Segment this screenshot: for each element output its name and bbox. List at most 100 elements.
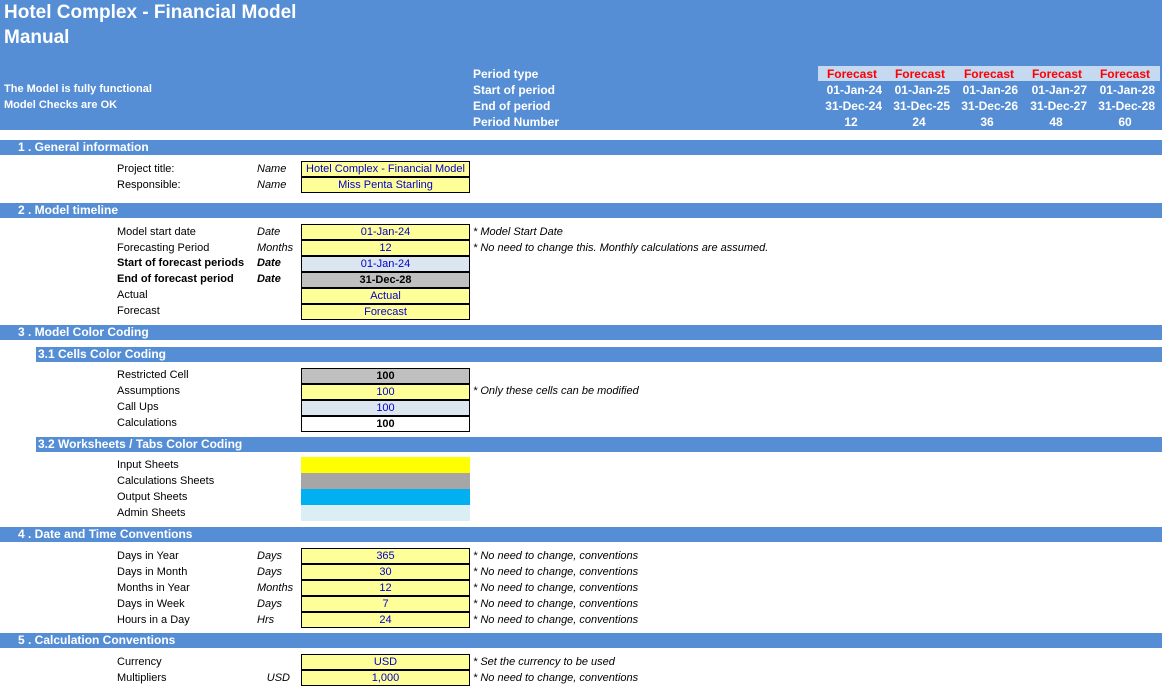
convention-unit: Days xyxy=(257,598,283,610)
period-end-4[interactable]: 31-Dec-27 xyxy=(1019,99,1087,113)
assumptions-note: * Only these cells can be modified xyxy=(473,385,639,397)
end-forecast-cell[interactable]: 31-Dec-28 xyxy=(301,272,470,288)
model-start-date-input[interactable]: 01-Jan-24 xyxy=(301,224,470,240)
sheet-title: Manual xyxy=(4,27,70,48)
end-period-label: End of period xyxy=(473,99,551,113)
period-number-5[interactable]: 60 xyxy=(1091,115,1159,129)
convention-value[interactable]: 30 xyxy=(301,564,470,580)
convention-value[interactable]: 24 xyxy=(301,612,470,628)
convention-note: * No need to change, conventions xyxy=(473,582,639,594)
responsible-label: Responsible: xyxy=(117,179,181,191)
forecasting-period-unit: Months xyxy=(257,242,294,254)
convention-unit: Hrs xyxy=(257,614,275,626)
period-number-3[interactable]: 36 xyxy=(953,115,1021,129)
period-type-2[interactable]: Forecast xyxy=(877,67,945,81)
input-sheets-label: Input Sheets xyxy=(117,459,179,471)
model-start-date-label: Model start date xyxy=(117,226,196,238)
model-start-date-unit: Date xyxy=(257,226,281,238)
period-number-1[interactable]: 12 xyxy=(817,115,885,129)
convention-note: * No need to change, conventions xyxy=(473,550,639,562)
calculations-sheets-swatch xyxy=(301,473,470,489)
project-title-unit: Name xyxy=(257,163,287,175)
convention-label: Days in Week xyxy=(117,598,185,610)
period-end-1[interactable]: 31-Dec-24 xyxy=(814,99,882,113)
convention-unit: Months xyxy=(257,582,294,594)
period-end-2[interactable]: 31-Dec-25 xyxy=(882,99,950,113)
start-forecast-cell[interactable]: 01-Jan-24 xyxy=(301,256,470,272)
convention-note: * No need to change, conventions xyxy=(473,598,639,610)
calculations-sample[interactable]: 100 xyxy=(301,416,470,432)
convention-unit: Days xyxy=(257,566,283,578)
admin-sheets-swatch xyxy=(301,505,470,521)
section-model-color-coding: 3 . Model Color Coding xyxy=(0,325,1162,340)
multipliers-label: Multipliers xyxy=(117,672,167,684)
model-header: Hotel Complex - Financial Model Manual T… xyxy=(0,0,1162,130)
convention-note: * No need to change, conventions xyxy=(473,566,639,578)
start-forecast-unit: Date xyxy=(257,257,281,269)
convention-value[interactable]: 365 xyxy=(301,548,470,564)
forecast-input[interactable]: Forecast xyxy=(301,304,470,320)
period-type-5[interactable]: Forecast xyxy=(1082,67,1150,81)
period-type-4[interactable]: Forecast xyxy=(1014,67,1082,81)
forecasting-period-input[interactable]: 12 xyxy=(301,240,470,256)
period-start-1[interactable]: 01-Jan-24 xyxy=(814,83,882,97)
period-type-1[interactable]: Forecast xyxy=(809,67,877,81)
calculations-sheets-label: Calculations Sheets xyxy=(117,475,215,487)
period-type-label: Period type xyxy=(473,67,539,81)
period-start-4[interactable]: 01-Jan-27 xyxy=(1019,83,1087,97)
model-title: Hotel Complex - Financial Model xyxy=(4,2,297,23)
currency-note: * Set the currency to be used xyxy=(473,656,615,668)
section-general-information: 1 . General information xyxy=(0,140,1162,155)
multipliers-note: * No need to change, conventions xyxy=(473,672,639,684)
end-forecast-label: End of forecast period xyxy=(117,273,234,285)
convention-label: Hours in a Day xyxy=(117,614,190,626)
period-start-2[interactable]: 01-Jan-25 xyxy=(882,83,950,97)
status-functional: The Model is fully functional xyxy=(4,83,152,95)
output-sheets-label: Output Sheets xyxy=(117,491,188,503)
period-start-5[interactable]: 01-Jan-28 xyxy=(1087,83,1155,97)
forecasting-period-label: Forecasting Period xyxy=(117,242,210,254)
multipliers-input[interactable]: 1,000 xyxy=(301,670,470,686)
project-title-label: Project title: xyxy=(117,163,175,175)
actual-input[interactable]: Actual xyxy=(301,288,470,304)
start-period-label: Start of period xyxy=(473,83,556,97)
currency-input[interactable]: USD xyxy=(301,654,470,670)
section-date-time-conventions: 4 . Date and Time Conventions xyxy=(0,527,1162,542)
period-number-4[interactable]: 48 xyxy=(1022,115,1090,129)
actual-label: Actual xyxy=(117,289,148,301)
responsible-input[interactable]: Miss Penta Starling xyxy=(301,177,470,193)
input-sheets-swatch xyxy=(301,457,470,473)
restricted-cell-sample[interactable]: 100 xyxy=(301,368,470,384)
assumptions-label: Assumptions xyxy=(117,385,180,397)
convention-note: * No need to change, conventions xyxy=(473,614,639,626)
end-forecast-unit: Date xyxy=(257,273,281,285)
section-model-timeline: 2 . Model timeline xyxy=(0,203,1162,218)
currency-label: Currency xyxy=(117,656,162,668)
project-title-input[interactable]: Hotel Complex - Financial Model xyxy=(301,161,470,177)
period-end-3[interactable]: 31-Dec-26 xyxy=(950,99,1018,113)
convention-value[interactable]: 12 xyxy=(301,580,470,596)
period-start-3[interactable]: 01-Jan-26 xyxy=(950,83,1018,97)
status-checks: Model Checks are OK xyxy=(4,99,118,111)
period-number-2[interactable]: 24 xyxy=(885,115,953,129)
subsection-worksheets-color-coding: 3.2 Worksheets / Tabs Color Coding xyxy=(36,437,1162,452)
assumptions-sample[interactable]: 100 xyxy=(301,384,470,400)
multipliers-unit: USD xyxy=(266,672,290,684)
convention-label: Months in Year xyxy=(117,582,190,594)
convention-label: Days in Year xyxy=(117,550,179,562)
call-ups-label: Call Ups xyxy=(117,401,159,413)
calculations-label: Calculations xyxy=(117,417,177,429)
admin-sheets-label: Admin Sheets xyxy=(117,507,186,519)
subsection-cells-color-coding: 3.1 Cells Color Coding xyxy=(36,347,1162,362)
convention-value[interactable]: 7 xyxy=(301,596,470,612)
forecast-label: Forecast xyxy=(117,305,160,317)
convention-label: Days in Month xyxy=(117,566,188,578)
restricted-cell-label: Restricted Cell xyxy=(117,369,189,381)
call-ups-sample[interactable]: 100 xyxy=(301,400,470,416)
output-sheets-swatch xyxy=(301,489,470,505)
forecasting-period-note: * No need to change this. Monthly calcul… xyxy=(473,242,769,254)
convention-unit: Days xyxy=(257,550,283,562)
period-type-3[interactable]: Forecast xyxy=(946,67,1014,81)
start-forecast-label: Start of forecast periods xyxy=(117,257,245,269)
period-end-5[interactable]: 31-Dec-28 xyxy=(1087,99,1155,113)
